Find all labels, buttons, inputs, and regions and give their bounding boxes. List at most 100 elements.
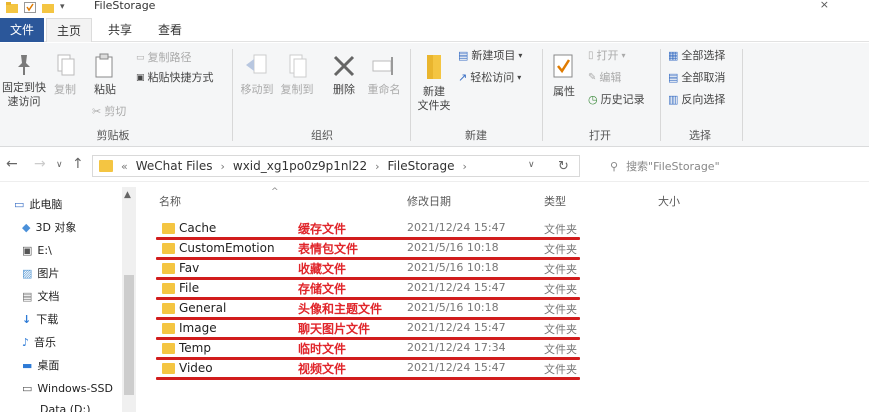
table-row[interactable]: Cache 缓存文件 2021/12/24 15:47 文件夹 (140, 219, 600, 240)
nav-scrollbar[interactable] (122, 187, 136, 412)
table-row[interactable]: File 存储文件 2021/12/24 15:47 文件夹 (140, 279, 600, 300)
address-bar-row: ← → ∨ ↑ « WeChat Files › wxid_xg1po0z9p1… (0, 150, 869, 182)
new-folder-icon (427, 55, 441, 79)
ribbon-tabs: 文件 主页 共享 查看 (0, 18, 869, 42)
nav-item-pictures[interactable]: ▨ 图片 (22, 264, 59, 284)
file-name[interactable]: File (179, 281, 199, 295)
tab-home[interactable]: 主页 (46, 18, 92, 42)
file-name[interactable]: CustomEmotion (179, 241, 275, 255)
breadcrumb-wxid[interactable]: wxid_xg1po0z9p1nl22 (233, 159, 367, 173)
chevron-right-icon[interactable]: › (463, 160, 467, 173)
file-name[interactable]: Image (179, 321, 217, 335)
group-divider (410, 49, 411, 141)
new-folder-icon[interactable] (42, 2, 54, 13)
table-row[interactable]: Video 视频文件 2021/12/24 15:47 文件夹 (140, 359, 600, 380)
copy-path-button[interactable]: ▭ 复制路径 (136, 49, 192, 67)
properties-check-icon[interactable] (24, 1, 36, 13)
cut-button[interactable]: ✂ 剪切 (92, 103, 126, 121)
rename-label: 重命名 (367, 83, 401, 96)
file-name[interactable]: Cache (179, 221, 216, 235)
group-divider (742, 49, 743, 141)
chevron-down-icon[interactable]: ▾ (60, 2, 65, 12)
file-name[interactable]: General (179, 301, 226, 315)
paste-button[interactable]: 粘贴 (88, 53, 122, 97)
tab-file[interactable]: 文件 (0, 18, 44, 42)
nav-item-music[interactable]: ♪ 音乐 (22, 333, 56, 353)
chevron-right-icon[interactable]: › (375, 160, 379, 173)
invert-selection-label: 反向选择 (681, 93, 726, 106)
new-item-button[interactable]: ▤ 新建项目 ▾ (458, 47, 522, 65)
column-header-date[interactable]: 修改日期 (407, 193, 451, 209)
pin-icon (18, 55, 30, 75)
tab-view[interactable]: 查看 (150, 18, 190, 42)
breadcrumb-filestorage[interactable]: FileStorage (388, 159, 455, 173)
forward-arrow-icon[interactable]: → (34, 156, 46, 172)
properties-label: 属性 (553, 85, 575, 98)
cut-label: 剪切 (104, 105, 127, 118)
new-folder-button[interactable]: 新建 文件夹 (414, 53, 454, 113)
properties-button[interactable]: 属性 (546, 53, 582, 99)
back-arrow-icon[interactable]: ← (6, 156, 18, 172)
column-header-size[interactable]: 大小 (658, 193, 680, 209)
copy-to-button[interactable]: 复制到 (278, 53, 316, 97)
nav-scrollbar-thumb[interactable] (124, 275, 134, 395)
rename-button[interactable]: 重命名 (364, 53, 404, 97)
file-name[interactable]: Fav (179, 261, 199, 275)
copy-button[interactable]: 复制 (50, 53, 80, 97)
table-row[interactable]: Fav 收藏文件 2021/5/16 10:18 文件夹 (140, 259, 600, 280)
nav-item-data-d[interactable]: Data (D:) (40, 400, 91, 412)
group-divider (660, 49, 661, 141)
paste-icon (95, 53, 113, 78)
scroll-up-icon[interactable]: ▲ (124, 190, 131, 200)
search-box[interactable]: ⚲ 搜索"FileStorage" (600, 155, 862, 177)
table-row[interactable]: Temp 临时文件 2021/12/24 17:34 文件夹 (140, 339, 600, 360)
edit-button[interactable]: ✎ 编辑 (588, 69, 621, 87)
file-name[interactable]: Temp (179, 341, 211, 355)
paste-shortcut-label: 粘贴快捷方式 (147, 71, 214, 84)
folder-icon (162, 323, 175, 334)
refresh-icon[interactable]: ↻ (558, 159, 569, 174)
column-header-name[interactable]: 名称 (159, 193, 181, 209)
annotation-label: 收藏文件 (298, 262, 347, 276)
delete-button[interactable]: 删除 (328, 53, 360, 97)
nav-item-downloads[interactable]: ↓ 下载 (22, 310, 58, 330)
nav-item-this-pc[interactable]: ▭ 此电脑 (14, 195, 62, 215)
breadcrumb-wechat-files[interactable]: WeChat Files (136, 159, 213, 173)
easy-access-button[interactable]: ↗ 轻松访问 ▾ (458, 69, 521, 87)
file-name[interactable]: Video (179, 361, 213, 375)
tab-share[interactable]: 共享 (100, 18, 140, 42)
chevron-right-icon[interactable]: › (220, 160, 224, 173)
table-row[interactable]: Image 聊天图片文件 2021/12/24 15:47 文件夹 (140, 319, 600, 340)
table-row[interactable]: CustomEmotion 表情包文件 2021/5/16 10:18 文件夹 (140, 239, 600, 260)
document-icon: ▤ (22, 290, 33, 303)
nav-item-label: E:\ (37, 244, 52, 257)
select-none-button[interactable]: ▤ 全部取消 (668, 69, 725, 87)
history-button[interactable]: ◷ 历史记录 (588, 91, 645, 109)
pin-quick-access-button[interactable]: 固定到快 速访问 (2, 53, 46, 109)
move-to-button[interactable]: 移动到 (238, 53, 276, 97)
close-icon[interactable]: × (820, 0, 829, 11)
up-arrow-icon[interactable]: ↑ (72, 156, 84, 172)
table-row[interactable]: General 头像和主题文件 2021/5/16 10:18 文件夹 (140, 299, 600, 320)
select-all-icon: ▦ (668, 49, 679, 62)
breadcrumb-overflow[interactable]: « (121, 160, 128, 173)
nav-item-documents[interactable]: ▤ 文档 (22, 287, 59, 307)
ribbon: 固定到快 速访问 复制 粘贴 ▭ 复制路径 ▣ 粘贴快捷方式 ✂ 剪切 剪贴板 移动到… (0, 43, 869, 147)
delete-x-icon (333, 55, 355, 77)
paste-shortcut-button[interactable]: ▣ 粘贴快捷方式 (136, 69, 214, 87)
address-breadcrumb[interactable]: « WeChat Files › wxid_xg1po0z9p1nl22 › F… (92, 155, 580, 177)
nav-item-3d-objects[interactable]: ◆ 3D 对象 (22, 218, 76, 238)
file-type: 文件夹 (544, 323, 577, 336)
nav-item-e-drive[interactable]: ▣ E:\ (22, 241, 52, 261)
chevron-down-icon[interactable]: ∨ (528, 160, 535, 170)
chevron-down-icon[interactable]: ∨ (56, 160, 63, 170)
nav-item-desktop[interactable]: ▬ 桌面 (22, 356, 59, 376)
search-input[interactable]: 搜索"FileStorage" (626, 158, 720, 174)
column-header-type[interactable]: 类型 (544, 193, 566, 209)
select-all-button[interactable]: ▦ 全部选择 (668, 47, 725, 65)
open-button[interactable]: ▯ 打开 ▾ (588, 47, 626, 65)
nav-item-label: 此电脑 (29, 198, 63, 211)
invert-selection-button[interactable]: ▥ 反向选择 (668, 91, 725, 109)
annotation-label: 存储文件 (298, 282, 347, 296)
nav-item-windows-ssd[interactable]: ▭ Windows-SSD (22, 379, 113, 399)
